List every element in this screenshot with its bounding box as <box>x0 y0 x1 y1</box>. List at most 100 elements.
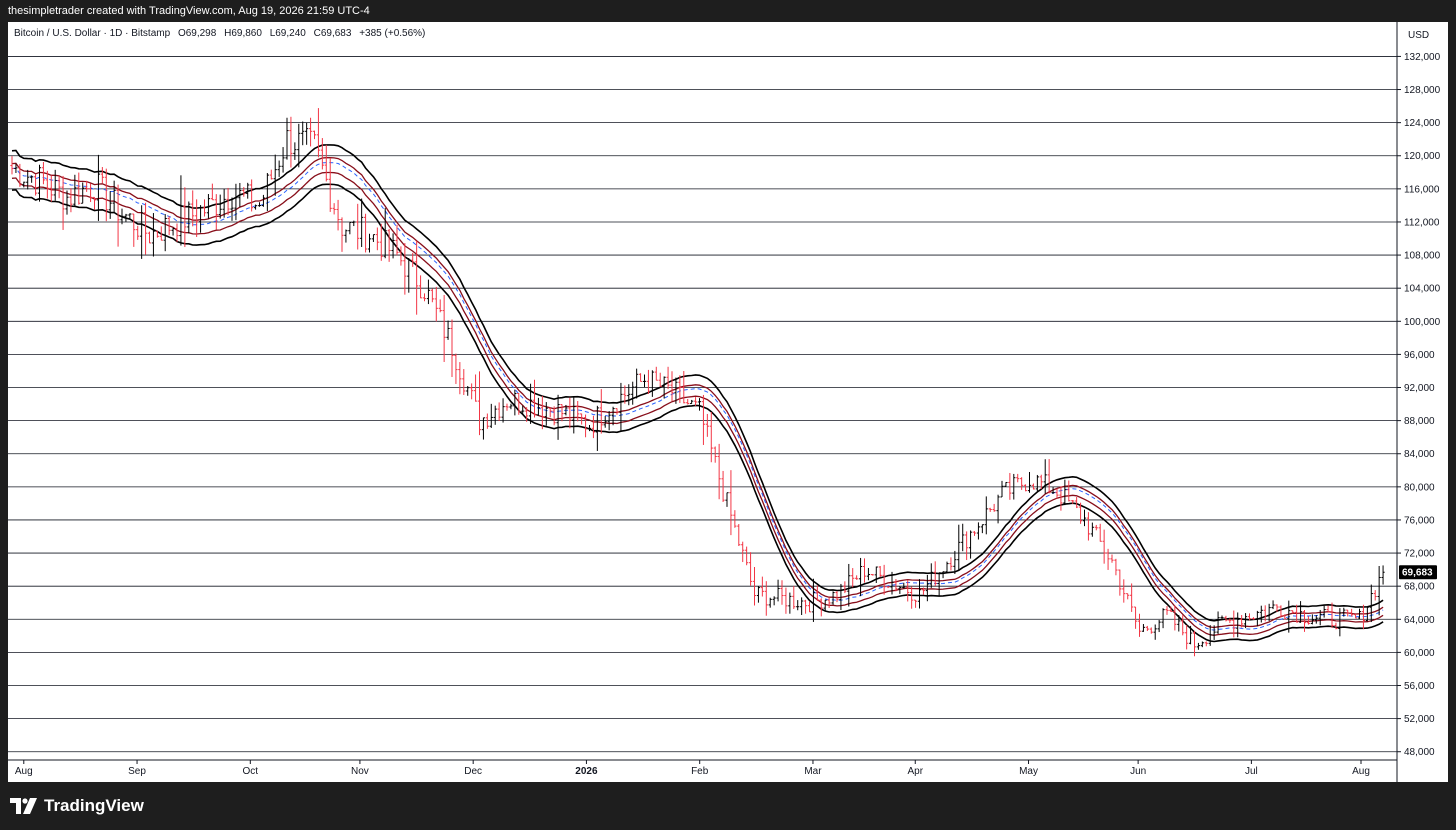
grid-layer <box>8 22 1401 782</box>
ohlc-bar <box>1149 627 1153 634</box>
ohlc-bar <box>1279 605 1283 618</box>
ohlc-bar <box>725 492 729 507</box>
symbol-name[interactable]: Bitcoin / U.S. Dollar · 1D · Bitstamp <box>14 28 170 39</box>
ohlc-bar <box>748 552 753 586</box>
ohlc-bar <box>1004 481 1008 487</box>
ohlc-bar <box>1200 641 1204 648</box>
ohlc-bar <box>360 198 364 247</box>
ohlc-bar <box>277 160 281 177</box>
ohlc-bar <box>88 183 93 203</box>
ohlc-bar <box>69 188 73 213</box>
ohlc-bar <box>1075 497 1079 509</box>
ohlc-bar <box>666 366 670 390</box>
ohlc-bar <box>1165 605 1169 615</box>
ohlc-bar <box>1353 613 1358 619</box>
ohlc-bar <box>363 213 368 253</box>
x-tick-label: May <box>1019 766 1038 777</box>
ohlc-bar <box>972 531 977 536</box>
high-value: H69,860 <box>224 28 262 39</box>
ohlc-bar <box>344 229 348 243</box>
ohlc-bar <box>992 503 996 512</box>
ohlc-bar <box>73 174 77 207</box>
ohlc-bar <box>348 221 352 235</box>
ohlc-bar <box>1377 565 1381 616</box>
ohlc-bar <box>493 405 497 425</box>
y-tick-label: 128,000 <box>1404 85 1441 96</box>
ohlc-bar <box>693 397 698 406</box>
ohlc-bar <box>1381 565 1385 585</box>
ohlc-bar <box>910 586 914 609</box>
ohlc-bar <box>996 494 1000 524</box>
ohlc-bar <box>375 227 379 251</box>
ohlc-bar <box>371 234 376 242</box>
ohlc-bar <box>517 393 521 415</box>
y-tick-label: 84,000 <box>1404 449 1435 460</box>
y-tick-label: 100,000 <box>1404 317 1441 328</box>
ohlc-bar <box>705 413 709 437</box>
ohlc-bar <box>458 362 462 395</box>
ohlc-bar <box>709 412 713 463</box>
ohlc-bar <box>147 231 152 244</box>
ohlc-bar <box>729 470 733 536</box>
ohlc-bar <box>800 597 804 616</box>
ohlc-bar <box>583 414 588 438</box>
ohlc-bar <box>1334 622 1338 630</box>
ohlc-bar <box>336 199 340 231</box>
y-tick-label: 132,000 <box>1404 52 1441 63</box>
y-tick-label: 48,000 <box>1404 747 1435 758</box>
ohlc-bar <box>595 405 599 451</box>
ohlc-bar <box>1090 522 1094 537</box>
ohlc-bar <box>1055 488 1059 499</box>
ohlc-bar <box>552 406 556 426</box>
ohlc-bar <box>434 286 438 322</box>
ohlc-bar <box>352 220 356 227</box>
close-value: C69,683 <box>313 28 352 39</box>
ohlc-bar <box>776 579 780 602</box>
ohlc-bar <box>984 496 988 535</box>
ohlc-bar <box>717 443 721 500</box>
ohlc-bar <box>210 183 214 201</box>
ohlc-bar <box>646 369 651 395</box>
ohlc-bar <box>257 202 262 207</box>
ohlc-bar <box>391 233 395 259</box>
chart-frame[interactable]: USD 48,000 52,000 56,000 60,000 64,000 68,000… <box>8 22 1448 782</box>
ohlc-bar <box>1000 480 1004 498</box>
ohlc-bar <box>796 600 800 611</box>
ohlc-bar <box>473 374 478 402</box>
ohlc-bar <box>446 320 450 340</box>
price-chart[interactable]: USD 48,000 52,000 56,000 60,000 64,000 68,000… <box>8 22 1448 782</box>
ohlc-bar <box>976 522 981 540</box>
ohlc-bar <box>949 557 953 571</box>
x-tick-label: Aug <box>1352 766 1370 777</box>
ohlc-bar <box>544 402 548 426</box>
ohlc-bar <box>305 122 309 145</box>
ohlc-bar <box>418 275 423 299</box>
ohlc-bar <box>316 108 321 158</box>
ohlc-bar <box>858 557 863 597</box>
tradingview-logo[interactable]: TradingView <box>10 796 144 816</box>
ohlc-bar <box>1086 512 1091 541</box>
ohlc-bar <box>847 563 851 607</box>
x-tick-label: Mar <box>804 766 822 777</box>
ohlc-bar <box>37 164 42 202</box>
ohlc-bar <box>690 399 694 405</box>
ohlc-bar <box>1267 603 1271 622</box>
ohlc-bar <box>415 240 419 315</box>
y-tick-label: 64,000 <box>1404 615 1435 626</box>
ohlc-bar <box>112 180 116 213</box>
ohlc-bar <box>269 169 273 180</box>
ohlc-bar <box>536 397 541 416</box>
ohlc-bar <box>289 116 293 168</box>
ohlc-bar <box>399 246 403 266</box>
ohlc-bar <box>214 194 218 230</box>
ohlc-bar <box>1133 606 1138 629</box>
ohlc-bar <box>882 564 886 595</box>
ohlc-bars-layer <box>10 108 1385 657</box>
ohlc-bar <box>745 546 749 566</box>
ohlc-bar <box>862 558 867 583</box>
ohlc-bar <box>945 561 949 573</box>
ohlc-bar <box>273 154 277 196</box>
x-tick-label: Jul <box>1245 766 1258 777</box>
ohlc-bar <box>957 524 961 571</box>
ohlc-bar <box>485 413 489 429</box>
